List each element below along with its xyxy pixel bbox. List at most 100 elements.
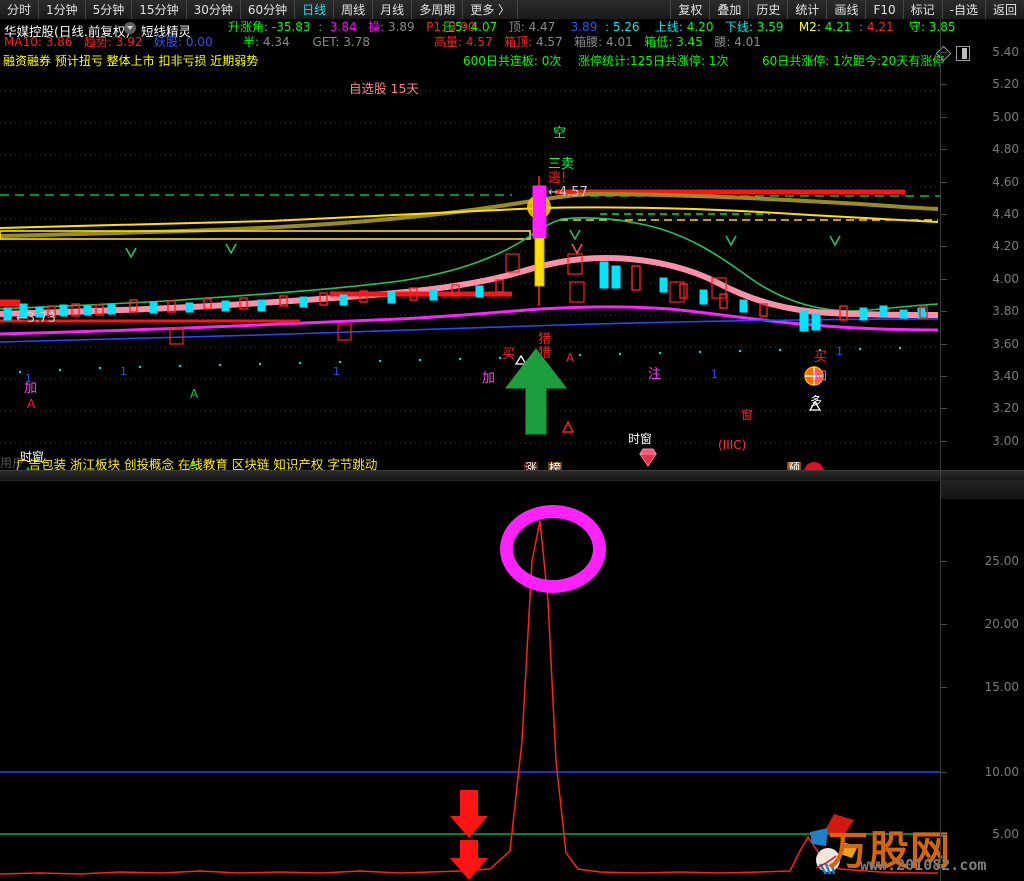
chart-annotation: 买 [502,347,516,362]
toolbar-tool-8[interactable]: 返回 [984,0,1024,19]
toolbar-period-3[interactable]: 15分钟 [132,0,187,19]
price-label-mid: ←4.57 [548,185,588,200]
indicator-axis-tick: 25.00 [984,554,1019,568]
chart-annotation: 时窗 [628,432,653,446]
toolbar-tool-7[interactable]: -自选 [941,0,985,19]
price-axis-tick: 4.60 [992,174,1019,189]
indicator-axis-tick: 10.00 [984,765,1019,779]
toolbar-period-8[interactable]: 月线 [373,0,413,19]
indicator-axis: 25.00 20.00 15.00 10.00 5.00 [940,481,1024,881]
chart-annotation: 猎 [538,346,552,361]
m2-value: 4.21 [824,20,852,34]
ya5-value: 4.07 [470,20,498,34]
xiangyao-label: 箱腰: [574,35,603,49]
indicator-axis-tickmark [941,624,947,625]
price-axis-tick: 5.20 [992,77,1019,92]
indicator-axis-tickmark [941,834,947,835]
price-axis-tick: 4.80 [992,142,1019,157]
chart-annotation: 窗 [741,408,754,422]
toolbar-period-0[interactable]: 分时 [0,0,40,19]
price-label-left: ←3.73 [16,311,56,326]
qushi-label: 趋势: [83,35,112,49]
toolbar-period-9[interactable]: 多周期 [412,0,464,19]
tool-toolbar-right: 复权 叠加 历史 统计 画线 F10 标记 -自选 返回 [670,0,1024,19]
stat-600day: 600日共连板: 0次 [463,54,562,68]
ding-value: 4.47 [528,20,556,34]
indicator-axis-tickmark [941,772,947,773]
toolbar-period-1[interactable]: 1分钟 [39,0,86,19]
toolbar-tool-6[interactable]: 标记 [902,0,942,19]
toolbar-period-5[interactable]: 60分钟 [241,0,296,19]
yaogu-label: 妖股: [153,35,183,49]
price-axis-tick: 3.40 [992,369,1019,383]
ma10-value: 3.86 [45,35,73,49]
ban-label: 半: [243,35,260,49]
magenta-highlight-ring [500,505,606,593]
red-annotation-arrows [450,790,488,880]
price-axis-tickmark [941,440,947,442]
shou-label: 守: [908,20,925,34]
toolbar-period-4[interactable]: 30分钟 [187,0,241,19]
price-axis-tick: 5.00 [992,109,1019,124]
chart-annotation: 1 [120,365,127,378]
price-axis-tick: 4.00 [992,271,1019,286]
chart-annotation: 1 [333,365,340,378]
toolbar-period-6[interactable]: 日线 [295,0,335,19]
xiaxian-value: 3.59 [756,20,784,34]
xiangding-label: 箱顶: [504,35,533,49]
toolbar-tool-3[interactable]: 统计 [787,0,826,19]
price-axis-tickmark [941,278,947,280]
xiangyao-value: 4.01 [606,35,633,49]
stat-recent: 距今:20天有涨停 [853,54,945,68]
price-axis-tickmark [941,214,947,215]
price-axis-tick: 3.80 [992,304,1019,319]
chevron-down-icon[interactable] [124,22,136,34]
toolbar-tool-0[interactable]: 复权 [670,0,709,19]
price-axis-tick: 5.40 [992,45,1019,59]
toolbar-period-2[interactable]: 5分钟 [86,0,133,19]
chart-annotation: 猎 [538,332,552,347]
toolbar-tool-4[interactable]: 画线 [826,0,865,19]
price-axis-tickmark [941,52,947,53]
price-axis-tickmark [941,408,947,410]
shengzhangjiao-value: -35.83 [271,20,311,34]
price-axis-tickmark [941,181,947,183]
chart-annotation: 1 [25,372,32,385]
toolbar-tool-2[interactable]: 历史 [748,0,787,19]
price-axis-tickmark [941,343,947,345]
chart-annotation: 加 [482,371,496,386]
price-axis-tickmark [941,84,947,86]
ban-value: 4.34 [262,35,290,49]
chart-annotation: 空 [553,126,567,141]
price-axis-tickmark [941,246,947,248]
m2-value2: 4.21 [866,20,894,34]
chart-annotation: 1 [836,345,843,358]
yaogu-value: 0.00 [185,35,213,49]
price-axis-tickmark [941,116,947,118]
b2-value: 5.26 [612,20,640,34]
chart-annotation: 多 [810,394,823,408]
yao-label: 腰: [714,35,731,49]
qushi-value: 3.92 [115,35,143,49]
price-axis-tick: 3.00 [992,433,1019,448]
price-chart[interactable] [0,76,940,470]
shengzhangjiao-v2: 3.84 [329,20,357,34]
shangxian-label: 上线: [654,20,683,34]
toolbar-period-10[interactable]: 更多 〉 [463,0,519,19]
toolbar-tool-5[interactable]: F10 [865,0,902,19]
price-axis-tickmark [941,376,947,377]
xiangdi-value: 3.45 [676,35,703,49]
indicator-axis-tick: 20.00 [984,617,1019,631]
price-axis-tickmark [941,149,947,151]
chart-annotation: 买 [814,350,828,365]
toolbar-period-7[interactable]: 周线 [334,0,374,19]
stat-60day: 60日共涨停: 1次 [762,54,853,68]
chart-annotation: (IIIC) [718,438,747,452]
shengzhangjiao-label: 升涨角: [228,20,269,34]
info-header: 华媒控股(日线.前复权) 短线精灵 升涨角: -35.83 : 3.84 操: … [0,19,1024,76]
top-toolbar: 分时 1分钟 5分钟 15分钟 30分钟 60分钟 日线 周线 月线 多周期 更多 〉 复权 叠加 历史… [0,0,1024,20]
price-axis-tick: 3.20 [992,401,1019,416]
price-axis-tick: 4.20 [992,239,1019,254]
toolbar-tool-1[interactable]: 叠加 [709,0,748,19]
ma10-label: MA10: [4,35,42,49]
